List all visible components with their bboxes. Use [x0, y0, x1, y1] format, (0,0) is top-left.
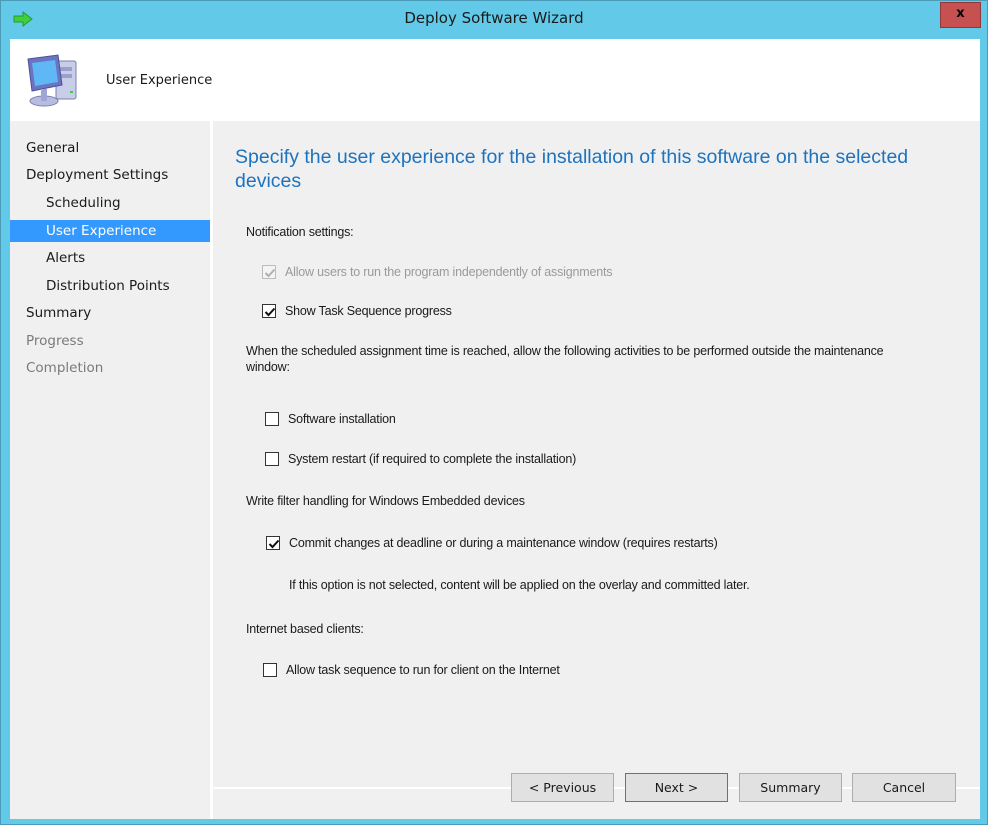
summary-button[interactable]: Summary [739, 773, 842, 802]
show-ts-progress-label: Show Task Sequence progress [285, 304, 452, 318]
nav-item-user-experience[interactable]: User Experience [10, 220, 210, 242]
nav-item-distribution-points[interactable]: Distribution Points [10, 275, 210, 297]
window-title: Deploy Software Wizard [404, 9, 584, 27]
system-restart-checkbox-row[interactable]: System restart (if required to complete … [265, 451, 576, 467]
write-filter-label: Write filter handling for Windows Embedd… [246, 494, 525, 508]
next-button[interactable]: Next > [625, 773, 728, 802]
commit-changes-note: If this option is not selected, content … [289, 578, 750, 592]
commit-changes-label: Commit changes at deadline or during a m… [289, 536, 718, 550]
checkmark-icon [264, 268, 276, 278]
checkmark-icon [264, 307, 276, 317]
allow-internet-label: Allow task sequence to run for client on… [286, 663, 560, 677]
software-installation-label: Software installation [288, 412, 396, 426]
nav-item-deployment-settings[interactable]: Deployment Settings [10, 164, 210, 186]
wizard-steps-nav: General Deployment Settings Scheduling U… [10, 121, 210, 819]
wizard-client-area: User Experience General Deployment Setti… [10, 39, 980, 819]
computer-icon [27, 54, 77, 107]
close-button[interactable]: x [940, 2, 981, 28]
show-ts-progress-checkbox[interactable] [262, 304, 276, 318]
software-installation-checkbox[interactable] [265, 412, 279, 426]
allow-independent-label: Allow users to run the program independe… [285, 265, 613, 279]
wizard-window: Deploy Software Wizard x User Experience… [0, 0, 988, 825]
internet-clients-label: Internet based clients: [246, 622, 364, 636]
allow-independent-checkbox-row: Allow users to run the program independe… [262, 264, 612, 280]
show-ts-progress-checkbox-row[interactable]: Show Task Sequence progress [262, 303, 452, 319]
main-content: Specify the user experience for the inst… [213, 121, 980, 787]
previous-button[interactable]: < Previous [511, 773, 614, 802]
commit-changes-checkbox[interactable] [266, 536, 280, 550]
nav-item-alerts[interactable]: Alerts [10, 247, 210, 269]
commit-changes-checkbox-row[interactable]: Commit changes at deadline or during a m… [266, 535, 718, 551]
maintenance-window-label: When the scheduled assignment time is re… [246, 344, 884, 374]
allow-internet-checkbox[interactable] [263, 663, 277, 677]
allow-independent-checkbox [262, 265, 276, 279]
cancel-button[interactable]: Cancel [852, 773, 956, 802]
notification-settings-label: Notification settings: [246, 225, 354, 239]
nav-item-completion: Completion [26, 360, 104, 376]
nav-item-general[interactable]: General [10, 137, 210, 159]
page-header-title: User Experience [106, 73, 213, 88]
system-restart-label: System restart (if required to complete … [288, 452, 577, 466]
nav-item-scheduling[interactable]: Scheduling [10, 192, 210, 214]
wizard-header: User Experience [10, 39, 980, 121]
checkmark-icon [268, 539, 280, 549]
nav-item-summary[interactable]: Summary [10, 302, 210, 324]
title-bar[interactable]: Deploy Software Wizard x [1, 1, 987, 39]
allow-internet-checkbox-row[interactable]: Allow task sequence to run for client on… [263, 662, 560, 678]
nav-item-progress: Progress [26, 333, 84, 349]
system-restart-checkbox[interactable] [265, 452, 279, 466]
page-instruction-title: Specify the user experience for the inst… [235, 146, 909, 192]
software-installation-checkbox-row[interactable]: Software installation [265, 411, 396, 427]
